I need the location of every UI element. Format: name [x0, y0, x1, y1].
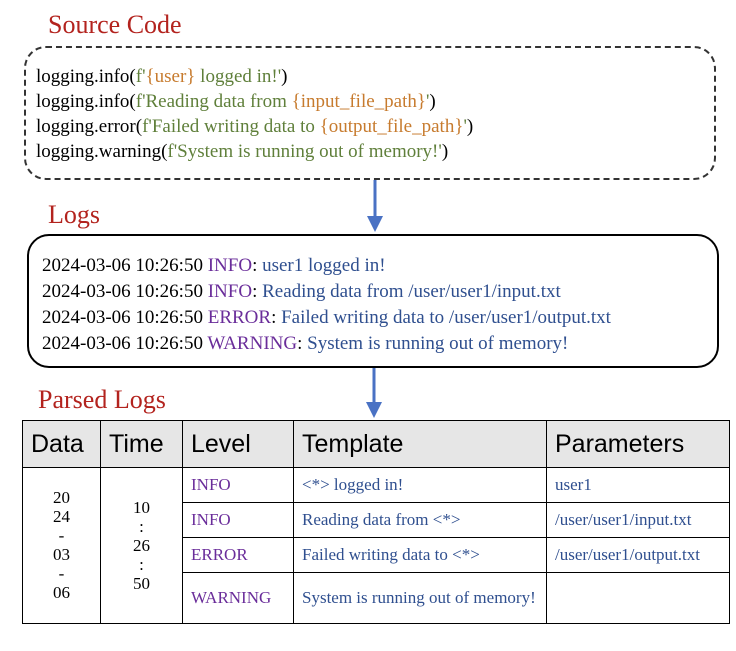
code-line: logging.warning(f'System is running out … [36, 139, 473, 164]
time-cell: 10 : 26 : 50 [100, 467, 183, 624]
template-cell: Failed writing data to <*> [293, 537, 547, 573]
time-part: 50 [133, 573, 150, 593]
level-cell: INFO [182, 502, 294, 538]
code-call: logging.info( [36, 91, 136, 112]
code-paren: ) [429, 91, 436, 112]
parameters-cell: user1 [546, 467, 730, 503]
log-level: WARNING [207, 333, 298, 354]
template-cell: System is running out of memory! [293, 572, 547, 624]
logs-title: Logs [48, 200, 100, 229]
table-row: 20 24 - 03 - 06 10 : 26 : 50 INFO <*> lo [22, 467, 730, 624]
log-separator: : [252, 255, 263, 276]
log-timestamp: 2024-03-06 10:26:50 [42, 307, 208, 328]
log-timestamp: 2024-03-06 10:26:50 [42, 333, 208, 354]
parameters-cell [546, 572, 730, 624]
date-part: - [58, 526, 65, 545]
down-arrow-icon [367, 180, 383, 232]
code-call: logging.info( [36, 66, 136, 87]
code-line: logging.info(f'{user} logged in!') [36, 64, 473, 89]
code-fstring: f' [135, 66, 146, 87]
date-part: 20 [53, 488, 70, 507]
log-timestamp: 2024-03-06 10:26:50 [42, 281, 208, 302]
log-message: Failed writing data to /user/user1/outpu… [281, 307, 611, 328]
time-part: 10 [133, 497, 150, 517]
template-cell: Reading data from <*> [293, 502, 547, 538]
source-code-lines: logging.info(f'{user} logged in!') loggi… [36, 64, 473, 164]
time-part: 26 [133, 535, 150, 555]
time-stack: 10 : 26 : 50 [133, 498, 150, 593]
code-fstring: f'System is running out of memory!' [167, 141, 442, 162]
code-placeholder: {output_file_path} [319, 116, 464, 137]
log-separator: : [252, 281, 263, 302]
log-line: 2024-03-06 10:26:50 INFO: Reading data f… [42, 279, 611, 305]
source-code-title: Source Code [48, 10, 182, 39]
log-lines: 2024-03-06 10:26:50 INFO: user1 logged i… [42, 253, 611, 357]
parsed-logs-table: Data Time Level Template Parameters 20 2… [22, 420, 730, 624]
date-stack: 20 24 - 03 - 06 [53, 488, 70, 602]
code-fstring: logged in!' [195, 66, 282, 87]
level-cell: INFO [182, 467, 294, 503]
log-level: INFO [207, 281, 253, 302]
parsed-logs-title: Parsed Logs [38, 385, 166, 414]
parameters-cell: /user/user1/input.txt [546, 502, 730, 538]
log-separator: : [271, 307, 282, 328]
column-header-template: Template [293, 420, 547, 468]
time-part: : [139, 554, 144, 574]
column-header-time: Time [100, 420, 183, 468]
log-message: System is running out of memory! [307, 333, 569, 354]
log-message: user1 logged in! [262, 255, 386, 276]
code-paren: ) [441, 141, 449, 162]
parameters-cell: /user/user1/output.txt [546, 537, 730, 573]
column-header-parameters: Parameters [546, 420, 730, 468]
template-cell: <*> logged in! [293, 467, 547, 503]
code-fstring: f'Failed writing data to [142, 116, 320, 137]
date-part: 03 [53, 545, 70, 564]
code-line: logging.error(f'Failed writing data to {… [36, 114, 473, 139]
column-header-level: Level [182, 420, 294, 468]
log-line: 2024-03-06 10:26:50 ERROR: Failed writin… [42, 305, 611, 331]
log-line: 2024-03-06 10:26:50 WARNING: System is r… [42, 331, 611, 357]
code-paren: ) [281, 66, 288, 87]
level-cell: ERROR [182, 537, 294, 573]
code-placeholder: {input_file_path} [291, 91, 426, 112]
code-placeholder: {user} [145, 66, 196, 87]
log-level: ERROR [207, 307, 272, 328]
date-part: 24 [53, 507, 70, 526]
level-cell: WARNING [182, 572, 294, 624]
code-line: logging.info(f'Reading data from {input_… [36, 89, 473, 114]
log-line: 2024-03-06 10:26:50 INFO: user1 logged i… [42, 253, 611, 279]
code-paren: ) [466, 116, 474, 137]
date-part: 06 [53, 583, 70, 602]
date-cell: 20 24 - 03 - 06 [22, 467, 101, 624]
code-fstring: f'Reading data from [135, 91, 292, 112]
column-header-data: Data [22, 420, 101, 468]
date-part: - [58, 564, 65, 583]
log-timestamp: 2024-03-06 10:26:50 [42, 255, 208, 276]
log-separator: : [297, 333, 308, 354]
log-message: Reading data from /user/user1/input.txt [262, 281, 561, 302]
code-call: logging.warning( [36, 141, 168, 162]
log-level: INFO [207, 255, 253, 276]
time-part: : [139, 516, 144, 536]
table-header-row: Data Time Level Template Parameters [22, 420, 730, 468]
down-arrow-icon [366, 368, 382, 418]
code-call: logging.error( [36, 116, 143, 137]
